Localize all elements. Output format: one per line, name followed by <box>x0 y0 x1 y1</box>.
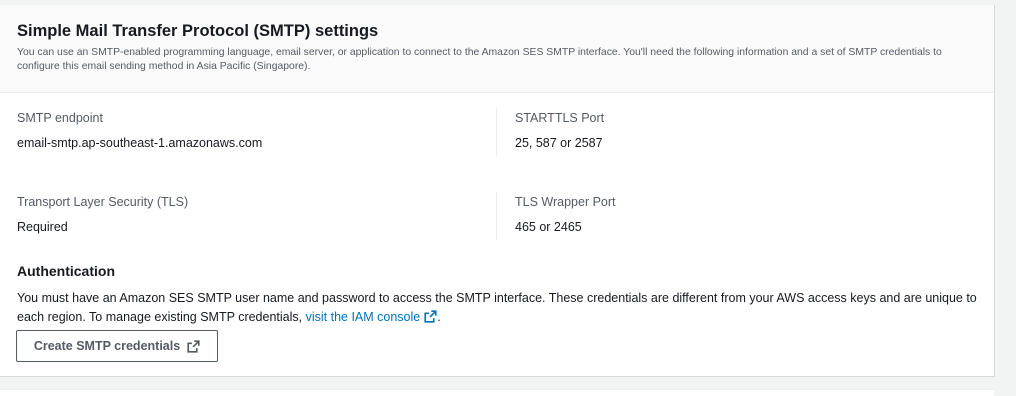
panel-header: Simple Mail Transfer Protocol (SMTP) set… <box>0 5 994 93</box>
starttls-port-label: STARTTLS Port <box>515 111 605 125</box>
panel-description: You can use an SMTP-enabled programming … <box>17 47 942 72</box>
smtp-endpoint-label: SMTP endpoint <box>17 111 103 125</box>
external-link-icon <box>187 339 200 353</box>
column-divider <box>496 108 497 156</box>
external-link-icon[interactable] <box>424 310 437 323</box>
iam-console-link-label[interactable]: visit the IAM console <box>306 310 421 324</box>
create-smtp-credentials-button[interactable]: Create SMTP credentials <box>16 330 218 362</box>
tls-wrapper-port-label: TLS Wrapper Port <box>515 195 616 209</box>
tls-wrapper-port-value: 465 or 2465 <box>515 220 582 234</box>
column-divider <box>496 192 497 240</box>
iam-console-link[interactable]: visit the IAM console <box>306 310 438 324</box>
authentication-heading: Authentication <box>17 263 115 279</box>
smtp-endpoint-value: email-smtp.ap-southeast-1.amazonaws.com <box>17 136 263 150</box>
panel-title: Simple Mail Transfer Protocol (SMTP) set… <box>17 22 379 40</box>
starttls-port-value: 25, 587 or 2587 <box>515 136 603 150</box>
authentication-text-end: . <box>437 310 441 324</box>
authentication-description: You must have an Amazon SES SMTP user na… <box>17 289 982 327</box>
tls-label: Transport Layer Security (TLS) <box>17 195 189 209</box>
create-smtp-credentials-label: Create SMTP credentials <box>33 339 181 353</box>
authentication-text: You must have an Amazon SES SMTP user na… <box>17 291 977 324</box>
tls-value: Required <box>17 220 68 234</box>
smtp-settings-panel: Simple Mail Transfer Protocol (SMTP) set… <box>0 5 995 377</box>
